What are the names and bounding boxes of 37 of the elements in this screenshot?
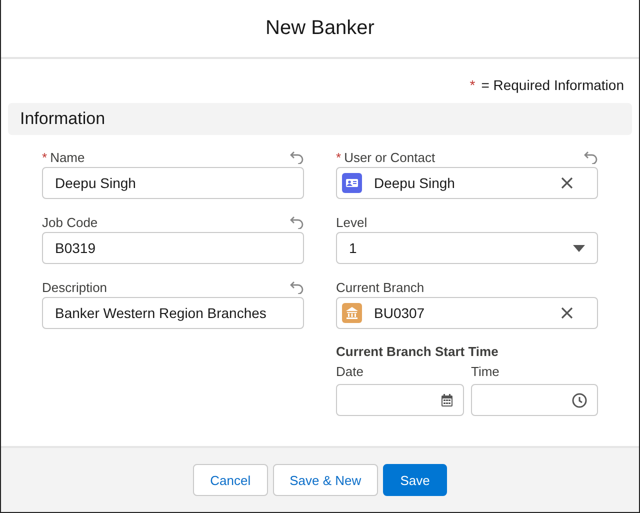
field-label: Description <box>42 280 108 294</box>
field-label: Date <box>336 364 364 379</box>
time-field[interactable] <box>471 384 598 416</box>
primary-button[interactable]: Save <box>383 464 447 496</box>
lookup-field[interactable]: Deepu Singh <box>336 167 598 199</box>
lookup-field[interactable]: BU0307 <box>336 297 598 329</box>
group-heading: Current Branch Start Time <box>336 344 500 359</box>
clock-icon[interactable] <box>572 392 587 408</box>
field-label: Current Branch <box>336 280 426 294</box>
secondary-button[interactable]: Save & New <box>272 464 378 496</box>
required-note: = Required Information <box>481 77 624 95</box>
undo-icon[interactable] <box>290 216 304 228</box>
undo-icon[interactable] <box>290 280 304 294</box>
date-field[interactable] <box>336 384 464 416</box>
caret-icon <box>573 244 585 252</box>
field-label: Name <box>50 150 86 164</box>
section-header[interactable]: Information <box>8 103 632 135</box>
clear-icon[interactable] <box>561 177 573 189</box>
calendar-icon[interactable] <box>441 394 453 406</box>
text-field[interactable]: Deepu Singh <box>42 167 304 199</box>
field-label: Time <box>471 364 500 379</box>
text-field[interactable]: B0319 <box>42 232 304 264</box>
undo-icon[interactable] <box>584 150 598 164</box>
dropdown-field[interactable]: 1 <box>336 232 598 264</box>
undo-icon[interactable] <box>290 150 304 164</box>
bank-icon <box>342 303 362 323</box>
required-asterisk: * <box>336 150 342 164</box>
clear-icon[interactable] <box>561 307 573 319</box>
contact-card-icon <box>342 173 362 193</box>
field-label: Level <box>336 214 368 230</box>
required-asterisk: * <box>470 77 476 95</box>
required-asterisk: * <box>42 150 48 164</box>
secondary-button[interactable]: Cancel <box>193 464 268 496</box>
field-label: User or Contact <box>344 150 436 164</box>
dialog-title: New Banker <box>266 17 374 40</box>
field-label: Job Code <box>42 214 99 230</box>
text-field[interactable]: Banker Western Region Branches <box>42 297 304 329</box>
